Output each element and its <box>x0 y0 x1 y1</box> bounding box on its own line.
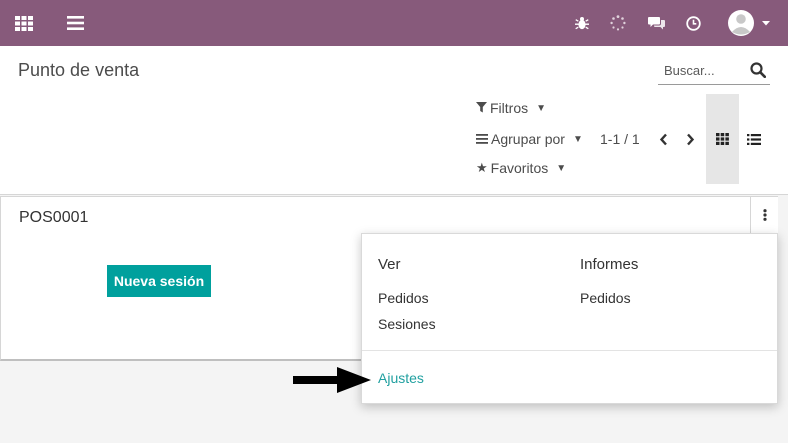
view-section-heading: Ver <box>378 256 401 273</box>
vertical-ellipsis-icon <box>762 209 767 221</box>
chat-icon[interactable] <box>646 0 666 46</box>
search-box <box>658 58 770 85</box>
search-input[interactable] <box>662 62 746 79</box>
reports-orders-item[interactable]: Pedidos <box>580 290 631 306</box>
reports-section-heading: Informes <box>580 256 639 273</box>
filter-icon <box>476 100 487 116</box>
pager-next-button[interactable] <box>680 126 700 152</box>
view-sessions-item[interactable]: Sesiones <box>378 316 436 332</box>
kanban-icon <box>715 133 729 145</box>
pos-name: POS0001 <box>19 209 89 226</box>
new-session-button[interactable]: Nueva sesión <box>107 265 211 297</box>
favorites-label: Favoritos <box>490 160 549 176</box>
caret-down-icon: ▼ <box>536 102 547 114</box>
card-options-button[interactable] <box>750 197 778 234</box>
bug-icon[interactable] <box>572 0 592 46</box>
pager-value[interactable]: 1-1 / 1 <box>600 131 640 147</box>
card-options-dropdown: Ver Pedidos Sesiones Informes Pedidos Aj… <box>361 233 778 404</box>
chevron-right-icon <box>686 133 694 145</box>
group-by-label: Agrupar por <box>491 131 565 147</box>
search-icon[interactable] <box>750 62 767 83</box>
arrow-right-icon <box>293 366 371 399</box>
kanban-view-button[interactable] <box>708 126 736 152</box>
pager-previous-button[interactable] <box>653 126 673 152</box>
list-view-button[interactable] <box>740 126 768 152</box>
control-panel: Punto de venta Filtros ▼ Agrupar por ▼ ★… <box>0 46 788 195</box>
filters-label: Filtros <box>490 100 529 116</box>
favorites-dropdown[interactable]: ★ Favoritos ▼ <box>476 160 566 176</box>
filters-dropdown[interactable]: Filtros ▼ <box>476 100 546 116</box>
group-by-dropdown[interactable]: Agrupar por ▼ <box>476 131 583 147</box>
list-icon <box>476 131 488 147</box>
spinner-icon <box>608 0 628 46</box>
list-view-icon <box>747 133 761 145</box>
settings-link[interactable]: Ajustes <box>378 370 424 386</box>
caret-down-icon: ▼ <box>572 133 583 145</box>
top-navbar <box>0 0 788 46</box>
apps-grid-icon[interactable] <box>12 0 36 46</box>
clock-icon[interactable] <box>683 0 703 46</box>
page-title: Punto de venta <box>18 60 140 80</box>
user-avatar-menu[interactable] <box>727 0 773 46</box>
view-orders-item[interactable]: Pedidos <box>378 290 429 306</box>
dropdown-divider <box>362 350 777 351</box>
hamburger-menu-icon[interactable] <box>64 0 86 46</box>
chevron-left-icon <box>659 133 667 145</box>
caret-down-icon: ▼ <box>556 162 567 174</box>
star-icon: ★ <box>476 160 488 175</box>
